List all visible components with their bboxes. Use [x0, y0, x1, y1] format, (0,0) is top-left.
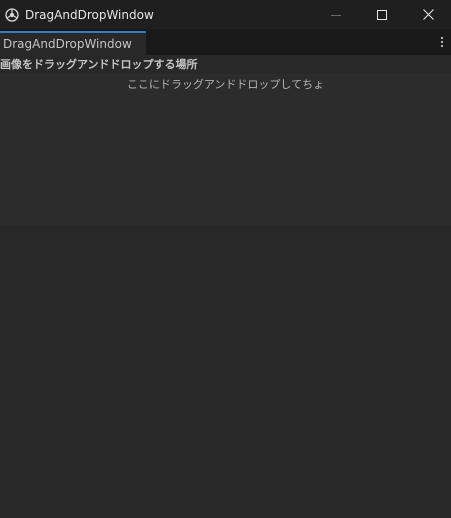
minimize-button[interactable] — [313, 0, 359, 29]
drop-area[interactable]: ここにドラッグアンドドロップしてちょ — [0, 74, 451, 226]
window-content: 画像をドラッグアンドドロップする場所 ここにドラッグアンドドロップしてちょ — [0, 55, 451, 518]
close-icon — [422, 5, 434, 24]
maximize-button[interactable] — [359, 0, 405, 29]
vertical-ellipsis-icon — [440, 33, 444, 52]
editor-window: DragAndDropWindow DragAndDropWindow 画像をド… — [0, 0, 451, 518]
tab-bar: DragAndDropWindow — [0, 29, 451, 55]
title-bar[interactable]: DragAndDropWindow — [0, 0, 451, 29]
tab-menu-button[interactable] — [437, 33, 447, 51]
unity-icon — [4, 7, 20, 23]
empty-panel — [0, 226, 451, 518]
drop-hint: ここにドラッグアンドドロップしてちょ — [126, 78, 325, 91]
section-header: 画像をドラッグアンドドロップする場所 — [0, 58, 198, 71]
window-controls — [313, 0, 451, 29]
window-title: DragAndDropWindow — [25, 7, 154, 22]
minimize-icon — [331, 5, 341, 24]
tab-dragandropwindow[interactable]: DragAndDropWindow — [0, 31, 146, 55]
tab-label: DragAndDropWindow — [3, 37, 132, 51]
close-button[interactable] — [405, 0, 451, 29]
maximize-icon — [377, 5, 387, 24]
